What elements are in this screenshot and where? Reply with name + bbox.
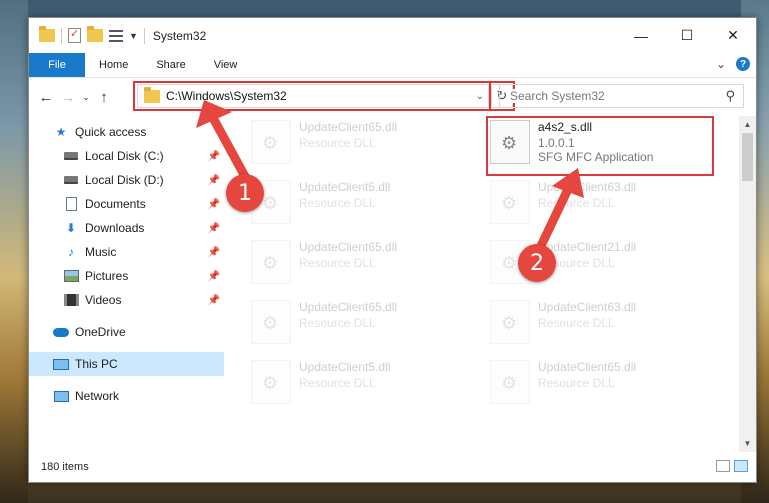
step-badge-2: 2	[518, 244, 556, 282]
annotation-arrows	[196, 100, 584, 253]
arrow-2	[535, 168, 584, 253]
arrow-1	[196, 100, 253, 187]
step-badge-1: 1	[226, 174, 264, 212]
